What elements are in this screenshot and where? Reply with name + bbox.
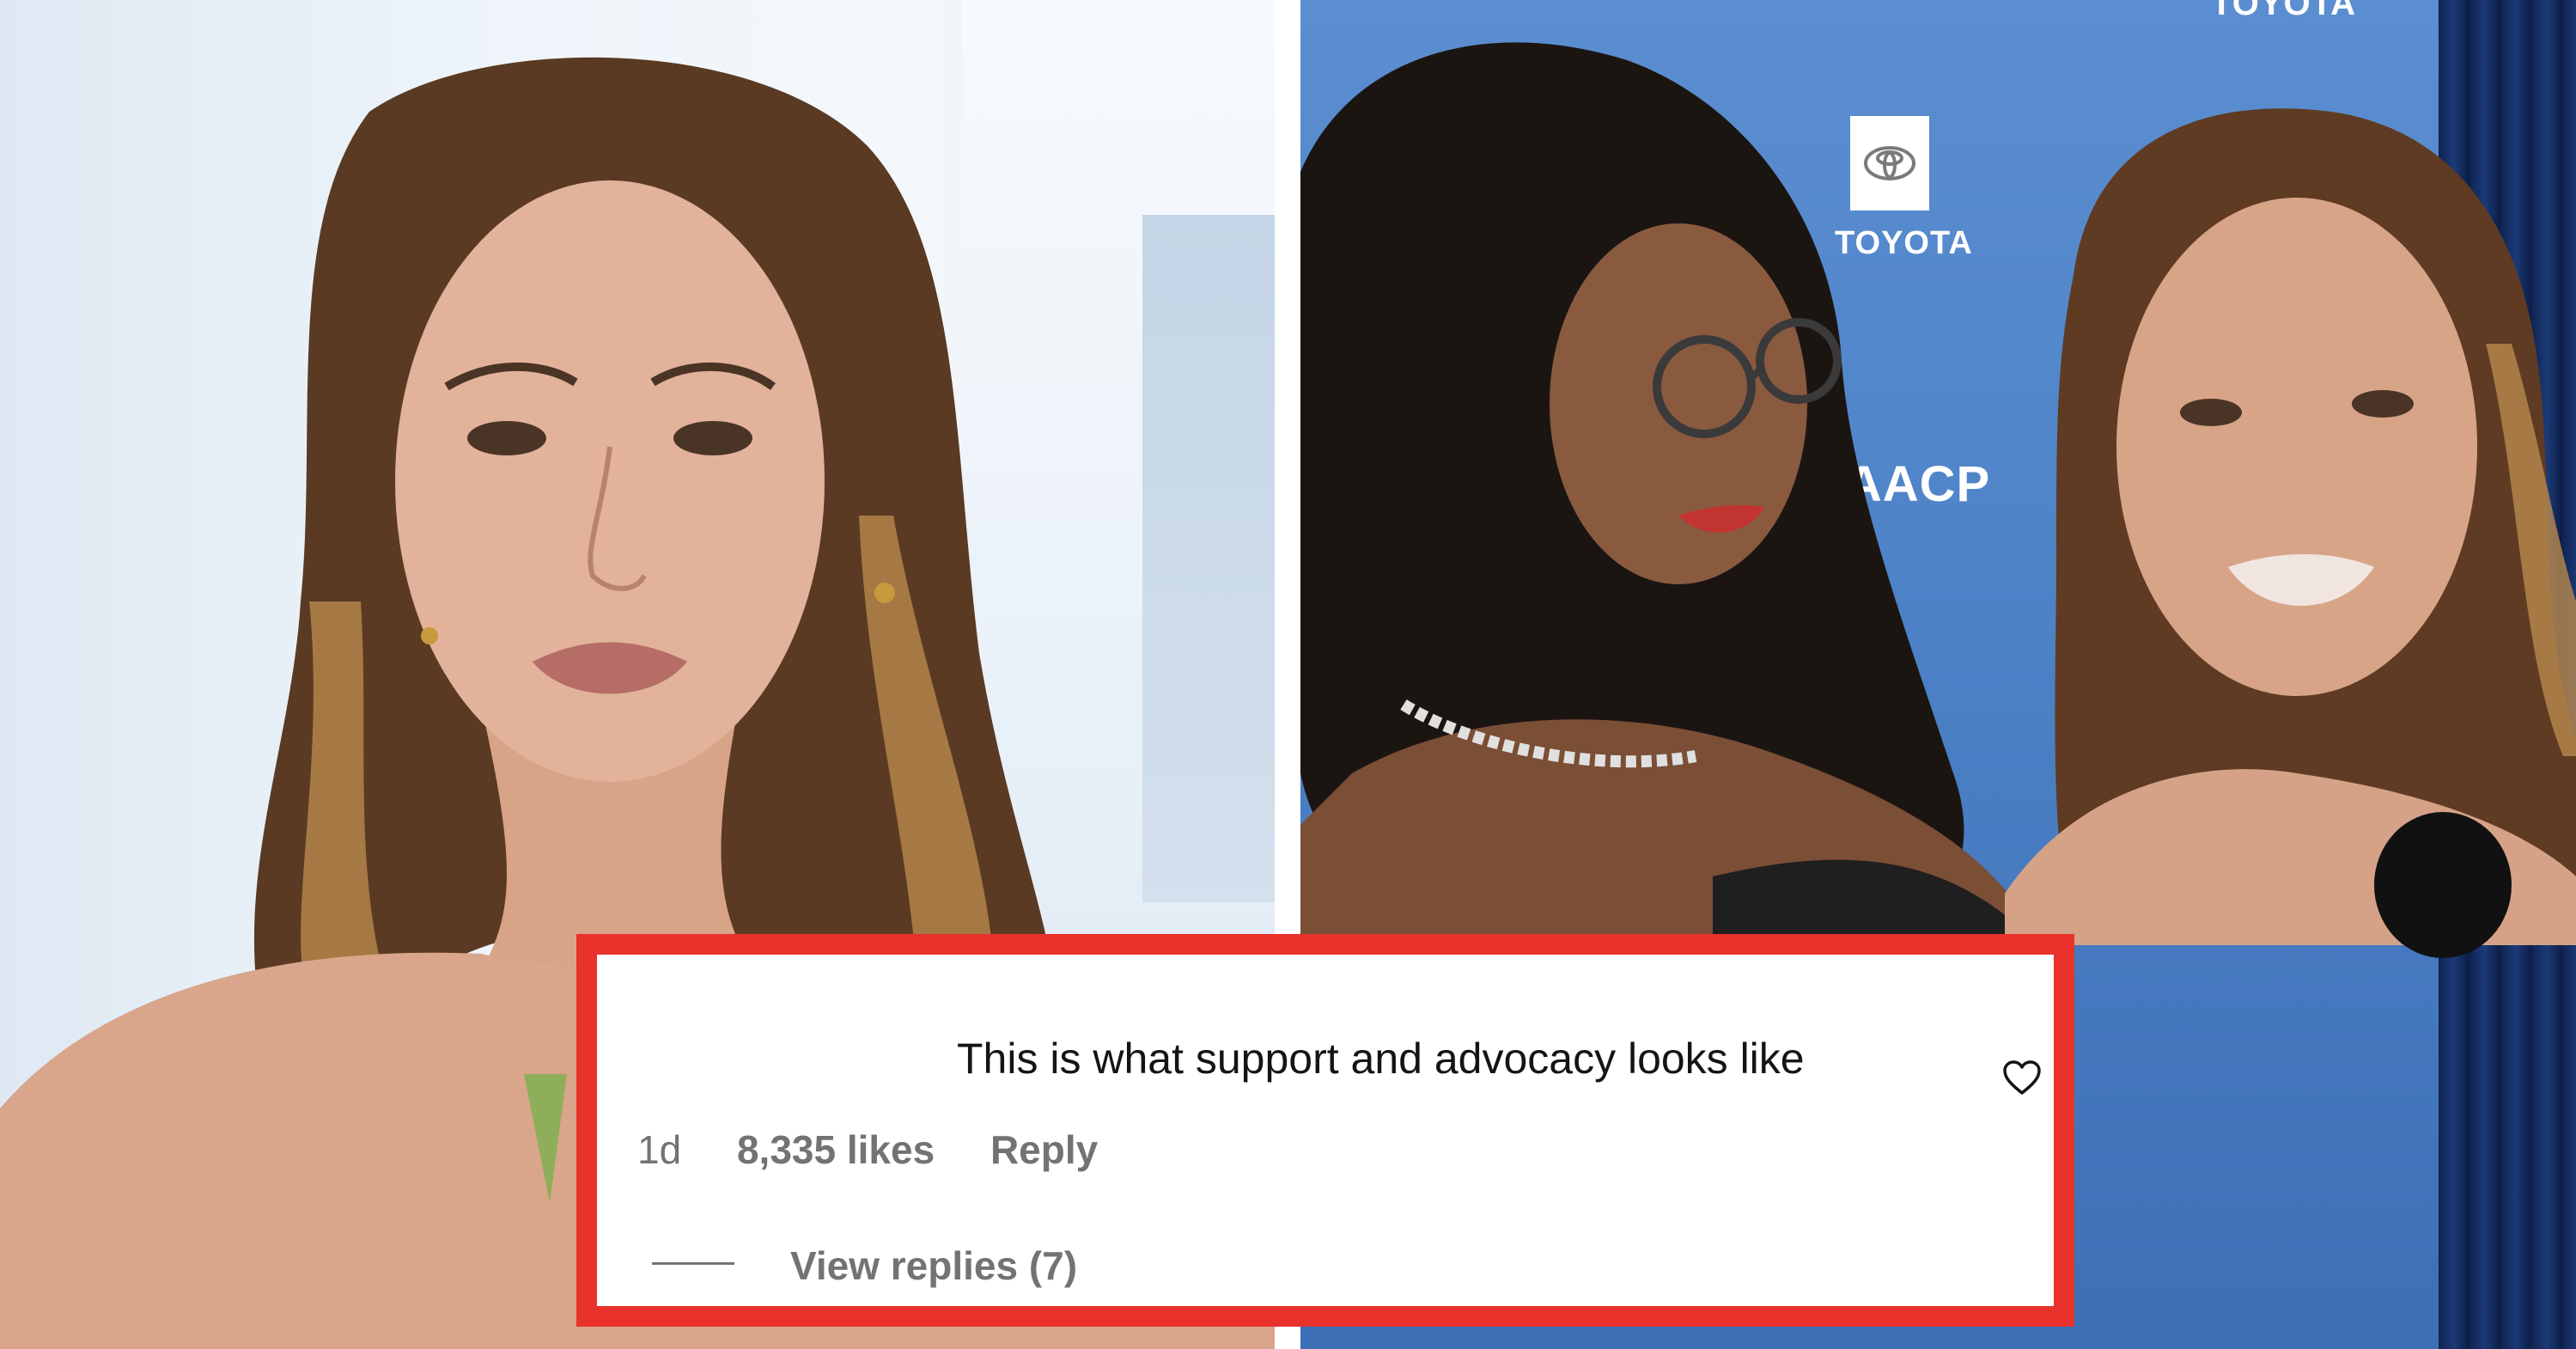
comment-text: This is what support and advocacy looks … (957, 1035, 1805, 1083)
view-replies-button[interactable]: View replies (7) (790, 1242, 1077, 1289)
heart-icon[interactable] (2002, 1059, 2042, 1096)
comment-meta-row: 1d 8,335 likes Reply (637, 1126, 1098, 1173)
reply-button[interactable]: Reply (990, 1126, 1098, 1173)
comment-card: This is what support and advocacy looks … (576, 934, 2074, 1327)
replies-divider-line (652, 1262, 734, 1265)
like-count[interactable]: 8,335 likes (737, 1126, 935, 1173)
comment-timestamp: 1d (637, 1127, 682, 1172)
